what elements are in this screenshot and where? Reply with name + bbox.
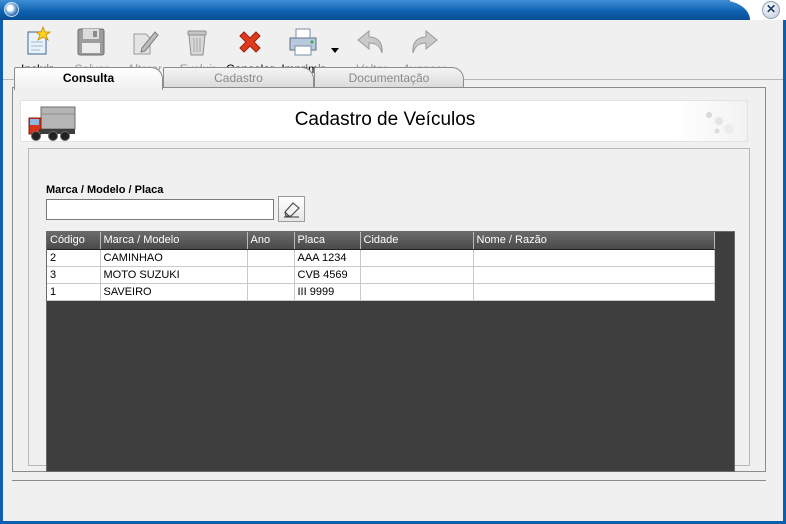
window-bottom-divider bbox=[12, 480, 766, 481]
system-menu-icon[interactable] bbox=[4, 2, 19, 17]
column-header-codigo[interactable]: Código bbox=[47, 232, 101, 250]
window-titlebar: ✕ bbox=[0, 0, 786, 20]
table-header-row: Código Marca / Modelo Ano Placa Cidade N… bbox=[47, 232, 715, 250]
titlebar-curve bbox=[690, 0, 750, 20]
cell-codigo: 1 bbox=[47, 283, 101, 301]
column-header-nome-razao[interactable]: Nome / Razão bbox=[473, 232, 715, 250]
cell-codigo: 2 bbox=[47, 249, 101, 267]
column-header-ano[interactable]: Ano bbox=[247, 232, 295, 250]
table-row[interactable]: 3 MOTO SUZUKI CVB 4569 bbox=[47, 266, 715, 284]
arrow-back-icon bbox=[355, 26, 387, 58]
printer-icon bbox=[287, 26, 319, 58]
arrow-forward-icon bbox=[408, 26, 440, 58]
page-header: Cadastro de Veículos bbox=[20, 100, 748, 142]
cell-ano bbox=[247, 266, 295, 284]
titlebar-fill bbox=[0, 0, 730, 20]
search-label: Marca / Modelo / Placa bbox=[46, 184, 164, 196]
cell-cidade bbox=[360, 249, 474, 267]
eraser-icon bbox=[284, 202, 300, 218]
floppy-disk-icon bbox=[75, 26, 107, 58]
close-icon[interactable]: ✕ bbox=[762, 1, 780, 19]
cell-ano bbox=[247, 249, 295, 267]
red-x-icon bbox=[234, 26, 266, 58]
search-input[interactable] bbox=[46, 199, 274, 220]
tab-consulta[interactable]: Consulta bbox=[14, 67, 163, 90]
column-header-placa[interactable]: Placa bbox=[294, 232, 361, 250]
clear-search-button[interactable] bbox=[278, 196, 305, 222]
cell-nome-razao bbox=[473, 266, 715, 284]
column-header-marca-modelo[interactable]: Marca / Modelo bbox=[100, 232, 248, 250]
table-row[interactable]: 1 SAVEIRO III 9999 bbox=[47, 283, 715, 301]
vehicles-table: Código Marca / Modelo Ano Placa Cidade N… bbox=[47, 232, 715, 301]
cell-cidade bbox=[360, 266, 474, 284]
column-header-cidade[interactable]: Cidade bbox=[360, 232, 474, 250]
vehicles-grid: Código Marca / Modelo Ano Placa Cidade N… bbox=[46, 231, 735, 472]
cell-nome-razao bbox=[473, 283, 715, 301]
cell-codigo: 3 bbox=[47, 266, 101, 284]
trash-can-icon bbox=[181, 26, 213, 58]
cell-ano bbox=[247, 283, 295, 301]
edit-pencil-icon bbox=[128, 26, 160, 58]
cell-placa: III 9999 bbox=[294, 283, 361, 301]
decorative-dots-icon bbox=[699, 105, 739, 139]
imprimir-dropdown-icon[interactable] bbox=[331, 48, 339, 53]
cell-placa: CVB 4569 bbox=[294, 266, 361, 284]
cell-marca-modelo: CAMINHAO bbox=[100, 249, 248, 267]
cell-nome-razao bbox=[473, 249, 715, 267]
new-document-star-icon bbox=[21, 25, 53, 58]
cell-marca-modelo: MOTO SUZUKI bbox=[100, 266, 248, 284]
page-title: Cadastro de Veículos bbox=[294, 109, 476, 130]
tab-documentacao[interactable]: Documentação bbox=[314, 67, 464, 88]
cell-marca-modelo: SAVEIRO bbox=[100, 283, 248, 301]
cell-cidade bbox=[360, 283, 474, 301]
tab-cadastro[interactable]: Cadastro bbox=[163, 67, 314, 88]
table-row[interactable]: 2 CAMINHAO AAA 1234 bbox=[47, 249, 715, 267]
cell-placa: AAA 1234 bbox=[294, 249, 361, 267]
